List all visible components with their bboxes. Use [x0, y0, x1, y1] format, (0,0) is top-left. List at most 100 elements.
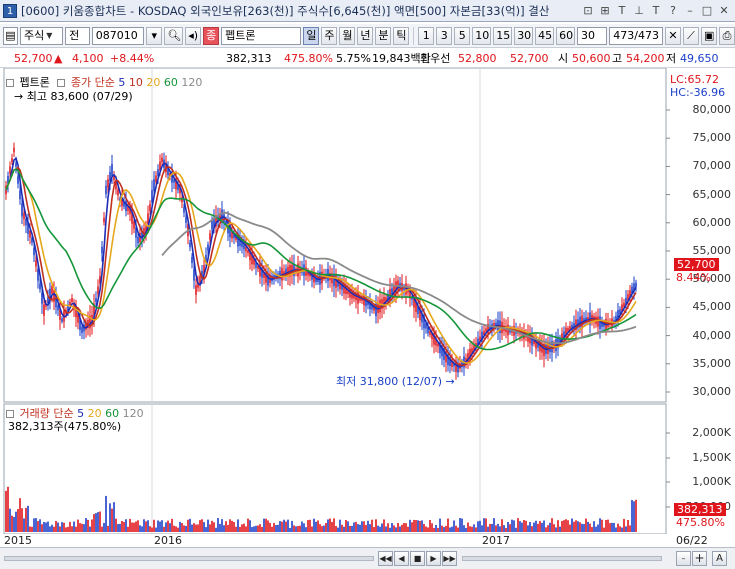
volume-bar: [415, 520, 417, 532]
toolbar-menu-icon[interactable]: ▤: [3, 26, 18, 45]
grid-icon[interactable]: ⊞: [598, 4, 612, 18]
prev-icon[interactable]: ◀: [394, 551, 409, 566]
period-select[interactable]: 전: [65, 26, 90, 45]
page-counter[interactable]: 473/473: [609, 26, 663, 45]
window-index[interactable]: 1: [3, 3, 17, 18]
scroll-track[interactable]: [4, 556, 374, 561]
volume-bar: [593, 521, 595, 532]
candle-body: [635, 282, 637, 288]
interval-45[interactable]: 45: [535, 26, 555, 45]
volume-bar: [551, 518, 553, 532]
volume-bar: [175, 526, 177, 532]
pin-icon[interactable]: ⊥: [632, 4, 646, 18]
cross-icon[interactable]: ✕: [664, 26, 681, 45]
maximize-icon[interactable]: □: [700, 4, 714, 18]
volume-bar: [67, 526, 69, 532]
volume-bar: [537, 523, 539, 532]
volume-bar: [157, 520, 159, 532]
volume-bar: [527, 525, 529, 532]
volume-bar: [207, 519, 209, 532]
stock-code-input[interactable]: 087010: [91, 26, 145, 45]
volume-bar: [403, 523, 405, 532]
diagonal-icon[interactable]: ⟋: [682, 26, 699, 45]
font-icon[interactable]: T: [615, 4, 629, 18]
tab-tick[interactable]: 틱: [393, 26, 410, 45]
volume-bar: [591, 527, 593, 532]
scroll-bar[interactable]: ◀◀ ◀ ■ ▶ ▶▶ – + A: [0, 547, 735, 569]
x-label-date: 06/22: [676, 534, 708, 547]
next-icon[interactable]: ▶: [426, 551, 441, 566]
interval-3[interactable]: 3: [436, 26, 453, 45]
volume-bar: [417, 520, 419, 532]
tab-monthly[interactable]: 월: [339, 26, 356, 45]
tab-daily[interactable]: 일: [303, 26, 320, 45]
zoom-out-icon[interactable]: –: [676, 551, 691, 566]
volume-bar: [423, 523, 425, 532]
volume-bar: [169, 523, 171, 532]
text-icon[interactable]: T: [649, 4, 663, 18]
volume-bar: [297, 526, 299, 532]
close-icon[interactable]: ✕: [717, 4, 731, 18]
price-chart[interactable]: [0, 68, 735, 534]
code-search-button[interactable]: ▾: [146, 26, 163, 45]
minimize-icon[interactable]: –: [683, 4, 697, 18]
volume-bar: [557, 520, 559, 532]
first-page-icon[interactable]: ◀◀: [378, 551, 393, 566]
volume-bar: [107, 525, 109, 532]
volume-bar: [387, 523, 389, 532]
volume-bar: [159, 521, 161, 532]
volume-bar: [601, 519, 603, 532]
interval-5[interactable]: 5: [454, 26, 471, 45]
toolbar: ▤ 주식 ▼ 전 087010 ▾ 🔍︎ ◂) 종 펩트론 일 주 월 년 분 틱…: [0, 24, 735, 48]
stop-icon[interactable]: ■: [410, 551, 425, 566]
volume-bar: [237, 519, 239, 532]
search-icon[interactable]: 🔍︎: [164, 26, 184, 45]
zoom-track[interactable]: [462, 556, 662, 561]
volume-bar: [265, 518, 267, 532]
last-page-icon[interactable]: ▶▶: [442, 551, 457, 566]
volume-bar: [373, 527, 375, 532]
volume-bar: [229, 519, 231, 532]
volume-bar: [181, 523, 183, 532]
volume-bar: [99, 511, 101, 532]
print-icon[interactable]: ⎙: [718, 26, 735, 45]
volume-bar: [531, 526, 533, 532]
interval-1[interactable]: 1: [418, 26, 435, 45]
volume-bar: [21, 508, 23, 532]
interval-10[interactable]: 10: [472, 26, 492, 45]
volume-bar: [511, 519, 513, 532]
price-change: 4,100: [72, 52, 104, 65]
save-icon[interactable]: ▣: [700, 26, 717, 45]
volume-bar: [311, 526, 313, 532]
current-percent-tag: 8.44%: [676, 271, 711, 284]
zoom-in-icon[interactable]: +: [692, 551, 707, 566]
low-label: 저: [666, 52, 677, 65]
interval-15[interactable]: 15: [493, 26, 513, 45]
volume-bar: [9, 508, 11, 532]
volume-bar: [31, 526, 33, 532]
candle-body: [61, 318, 63, 322]
link-icon[interactable]: ⊡: [581, 4, 595, 18]
volume-current-pct: 475.80%: [676, 516, 725, 529]
volume-bar: [47, 521, 49, 532]
volume-bar: [395, 527, 397, 532]
tab-yearly[interactable]: 년: [357, 26, 374, 45]
interval-30[interactable]: 30: [514, 26, 534, 45]
volume-bar: [533, 522, 535, 532]
volume-bar: [73, 521, 75, 532]
tab-minute[interactable]: 분: [375, 26, 392, 45]
volume-bar: [259, 524, 261, 532]
legend-box-icon: [6, 410, 14, 418]
auto-scale-icon[interactable]: A: [712, 551, 727, 566]
tab-weekly[interactable]: 주: [321, 26, 338, 45]
volume-bar: [37, 521, 39, 532]
asset-type-select[interactable]: 주식 ▼: [19, 26, 64, 45]
interval-60[interactable]: 60: [556, 26, 576, 45]
stock-badge[interactable]: 종: [203, 26, 220, 45]
volume-bar: [53, 526, 55, 532]
sound-icon[interactable]: ◂): [185, 26, 202, 45]
interval-select[interactable]: 30: [577, 26, 608, 45]
help-icon[interactable]: ?: [666, 4, 680, 18]
volume-bar: [277, 524, 279, 532]
price-y-tick-label: 35,000: [692, 356, 732, 370]
